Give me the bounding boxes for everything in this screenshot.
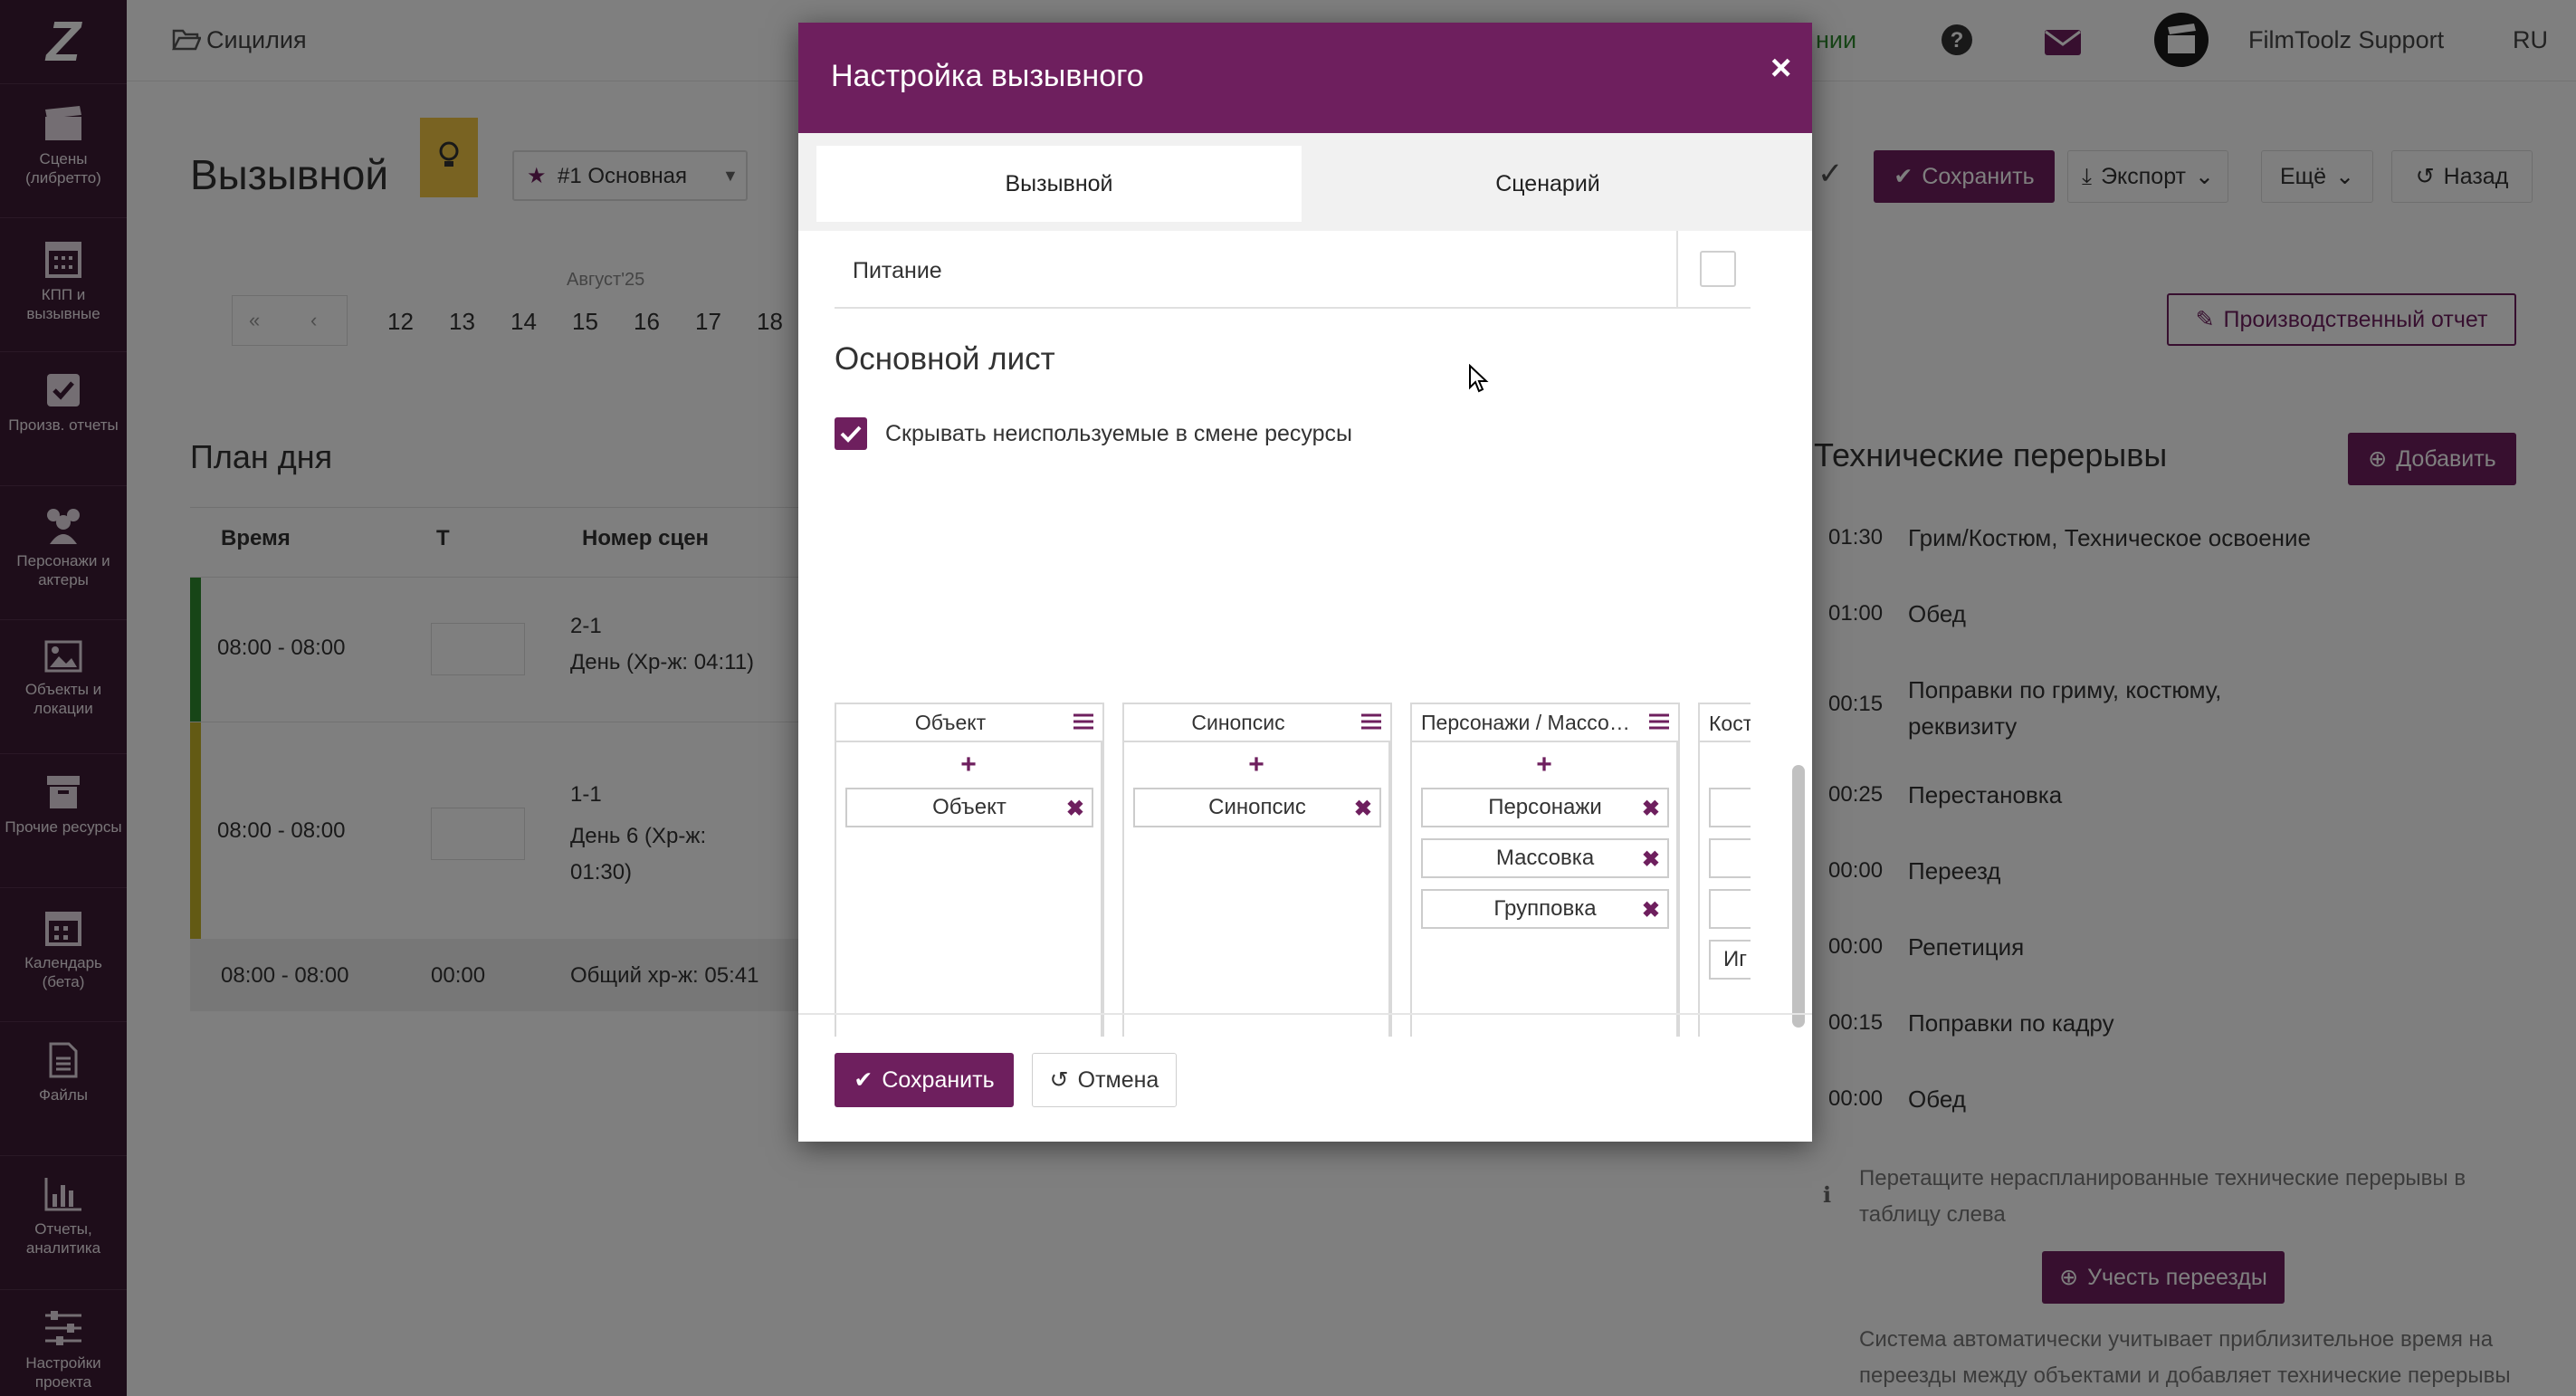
modal-footer: ✔ Сохранить ↺ Отмена: [798, 1013, 1812, 1142]
add-icon[interactable]: +: [836, 751, 1101, 779]
column-chip[interactable]: Синопсис ✖: [1133, 788, 1381, 827]
remove-icon[interactable]: ✖: [1642, 796, 1660, 822]
add-icon[interactable]: +: [1412, 751, 1676, 779]
column-chip[interactable]: Объект ✖: [845, 788, 1093, 827]
mouse-cursor-icon: [1469, 364, 1489, 393]
column-body: + Объект ✖: [836, 742, 1102, 1037]
menu-icon[interactable]: [1649, 713, 1669, 730]
undo-icon: ↺: [1049, 1067, 1069, 1093]
column-body: + Персонажи ✖ Массовка ✖ Групповка ✖: [1412, 742, 1678, 1037]
column-chip[interactable]: [1709, 838, 1751, 878]
chip-label: Групповка: [1493, 896, 1597, 921]
modal-tabs: Вызывной Сценарий: [798, 133, 1812, 231]
column-card[interactable]: Персонажи / Массовка / Групповка + Персо…: [1410, 703, 1680, 1037]
column-header[interactable]: Персонажи / Массовка / Групповка: [1412, 704, 1678, 742]
modal-header: Настройка вызывного ×: [798, 23, 1812, 133]
column-card[interactable]: Кост Иг: [1698, 703, 1751, 1037]
save-label: Сохранить: [882, 1066, 995, 1093]
column-chip[interactable]: Групповка ✖: [1421, 889, 1669, 929]
vertical-scrollbar-thumb[interactable]: [1792, 765, 1805, 1028]
cancel-label: Отмена: [1077, 1066, 1159, 1093]
column-header[interactable]: Синопсис: [1124, 704, 1390, 742]
column-chip[interactable]: [1709, 788, 1751, 827]
column-title: Синопсис: [1191, 710, 1285, 734]
remove-icon[interactable]: ✖: [1642, 846, 1660, 873]
column-header[interactable]: Объект: [836, 704, 1102, 742]
column-card[interactable]: Синопсис + Синопсис ✖: [1122, 703, 1392, 1037]
tab-call-sheet[interactable]: Вызывной: [816, 146, 1302, 222]
chip-label: Массовка: [1495, 846, 1595, 870]
remove-icon[interactable]: ✖: [1354, 796, 1372, 822]
add-icon[interactable]: +: [1124, 751, 1388, 779]
column-chip[interactable]: [1709, 889, 1751, 929]
tab-script[interactable]: Сценарий: [1302, 146, 1794, 222]
column-chip[interactable]: Массовка ✖: [1421, 838, 1669, 878]
check-icon: ✔: [854, 1067, 873, 1093]
column-chip[interactable]: Персонажи ✖: [1421, 788, 1669, 827]
chip-label: Объект: [932, 795, 1007, 819]
column-body: + Синопсис ✖: [1124, 742, 1390, 1037]
modal-title: Настройка вызывного: [831, 59, 1144, 93]
remove-icon[interactable]: ✖: [1642, 897, 1660, 923]
call-sheet-settings-modal: Настройка вызывного × Вызывной Сценарий …: [798, 23, 1812, 1142]
chip-label: Иг: [1723, 947, 1748, 971]
chip-label: Персонажи: [1488, 795, 1602, 819]
column-body: Иг: [1700, 742, 1751, 1037]
menu-icon[interactable]: [1073, 713, 1093, 730]
vertical-scrollbar[interactable]: [1789, 231, 1808, 1037]
column-card[interactable]: Объект + Объект ✖: [835, 703, 1104, 1037]
close-icon[interactable]: ×: [1770, 48, 1791, 89]
chip-label: Синопсис: [1208, 795, 1306, 819]
column-title: Кост: [1709, 712, 1751, 735]
column-title: Персонажи / Массовка / Групповка: [1421, 710, 1640, 734]
column-header[interactable]: Кост: [1700, 704, 1751, 742]
remove-icon[interactable]: ✖: [1066, 796, 1084, 822]
menu-icon[interactable]: [1361, 713, 1381, 730]
column-chip[interactable]: Иг: [1709, 940, 1751, 980]
columns-viewport: Объект + Объект ✖ Синопсис + Синопсис ✖: [835, 231, 1751, 1037]
save-button[interactable]: ✔ Сохранить: [835, 1053, 1014, 1107]
column-title: Объект: [914, 710, 987, 734]
cancel-button[interactable]: ↺ Отмена: [1032, 1053, 1177, 1107]
modal-body: Питание Основной лист Скрывать неиспольз…: [798, 231, 1812, 1037]
